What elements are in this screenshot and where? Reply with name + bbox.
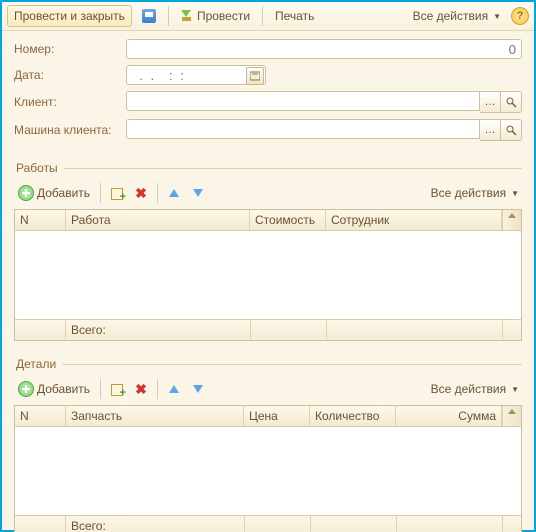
help-icon: ? [517, 10, 524, 22]
print-label: Печать [275, 9, 314, 23]
works-col-employee[interactable]: Сотрудник [326, 210, 502, 230]
client-select-button[interactable]: … [480, 91, 501, 113]
scrollbar[interactable] [502, 210, 521, 230]
works-fieldset: Работы Добавить ✖ Все действия ▼ N Работ… [14, 161, 522, 351]
works-move-up-button[interactable] [164, 183, 184, 203]
works-add-label: Добавить [37, 186, 90, 200]
main-toolbar: Провести и закрыть Провести Печать Все д… [2, 2, 534, 31]
parts-body[interactable] [15, 427, 521, 515]
works-grid[interactable]: N Работа Стоимость Сотрудник Всего: [14, 209, 522, 341]
works-header: N Работа Стоимость Сотрудник [15, 210, 521, 231]
save-icon [142, 9, 156, 23]
separator [157, 183, 158, 203]
clone-icon [110, 186, 124, 200]
parts-all-actions-label: Все действия [431, 382, 506, 396]
parts-move-down-button[interactable] [188, 379, 208, 399]
car-label: Машина клиента: [14, 123, 126, 137]
car-search-button[interactable] [501, 119, 522, 141]
date-label: Дата: [14, 68, 126, 82]
works-title: Работы [14, 161, 64, 175]
calendar-icon[interactable] [246, 67, 264, 85]
post-and-close-button[interactable]: Провести и закрыть [7, 5, 132, 27]
separator [168, 6, 169, 26]
separator [100, 379, 101, 399]
parts-col-n[interactable]: N [15, 406, 66, 426]
parts-all-actions-button[interactable]: Все действия ▼ [428, 381, 522, 397]
works-move-down-button[interactable] [188, 183, 208, 203]
post-icon [181, 10, 194, 23]
parts-total-label: Всего: [66, 516, 245, 532]
parts-col-price[interactable]: Цена [244, 406, 310, 426]
parts-title: Детали [14, 357, 62, 371]
client-search-button[interactable] [501, 91, 522, 113]
works-col-work[interactable]: Работа [66, 210, 250, 230]
all-actions-label: Все действия [413, 9, 488, 23]
delete-icon: ✖ [135, 381, 147, 398]
works-all-actions-button[interactable]: Все действия ▼ [428, 185, 522, 201]
arrow-down-icon [193, 189, 203, 197]
separator [157, 379, 158, 399]
parts-fieldset: Детали Добавить ✖ Все действия ▼ N Запча… [14, 357, 522, 532]
works-add-button[interactable]: Добавить [14, 183, 94, 203]
parts-delete-button[interactable]: ✖ [131, 379, 151, 399]
scrollbar[interactable] [502, 406, 521, 426]
parts-clone-button[interactable] [107, 379, 127, 399]
chevron-down-icon: ▼ [511, 385, 519, 394]
post-and-close-label: Провести и закрыть [14, 9, 125, 23]
works-footer: Всего: [15, 319, 521, 340]
delete-icon: ✖ [135, 185, 147, 202]
works-total-label: Всего: [66, 320, 251, 340]
chevron-down-icon: ▼ [493, 12, 501, 21]
works-delete-button[interactable]: ✖ [131, 183, 151, 203]
post-button[interactable]: Провести [174, 5, 257, 27]
save-button[interactable] [135, 5, 163, 27]
print-button[interactable]: Печать [268, 5, 321, 27]
arrow-down-icon [193, 385, 203, 393]
client-label: Клиент: [14, 95, 126, 109]
clone-icon [110, 382, 124, 396]
help-button[interactable]: ? [511, 7, 529, 25]
client-field[interactable] [126, 91, 480, 111]
all-actions-button[interactable]: Все действия ▼ [406, 5, 508, 27]
date-field[interactable] [126, 65, 266, 85]
parts-col-part[interactable]: Запчасть [66, 406, 244, 426]
parts-footer: Всего: [15, 515, 521, 532]
number-label: Номер: [14, 42, 126, 56]
separator [100, 183, 101, 203]
post-label: Провести [197, 9, 250, 23]
parts-grid[interactable]: N Запчасть Цена Количество Сумма Всего: [14, 405, 522, 532]
works-col-cost[interactable]: Стоимость [250, 210, 326, 230]
car-field[interactable] [126, 119, 480, 139]
arrow-up-icon [169, 189, 179, 197]
works-col-n[interactable]: N [15, 210, 66, 230]
works-body[interactable] [15, 231, 521, 319]
chevron-down-icon: ▼ [511, 189, 519, 198]
plus-icon [18, 185, 34, 201]
works-all-actions-label: Все действия [431, 186, 506, 200]
parts-header: N Запчасть Цена Количество Сумма [15, 406, 521, 427]
separator [262, 6, 263, 26]
arrow-up-icon [169, 385, 179, 393]
parts-move-up-button[interactable] [164, 379, 184, 399]
works-clone-button[interactable] [107, 183, 127, 203]
parts-add-button[interactable]: Добавить [14, 379, 94, 399]
number-field[interactable] [126, 39, 522, 59]
plus-icon [18, 381, 34, 397]
parts-col-sum[interactable]: Сумма [396, 406, 502, 426]
parts-add-label: Добавить [37, 382, 90, 396]
car-select-button[interactable]: … [480, 119, 501, 141]
parts-col-qty[interactable]: Количество [310, 406, 396, 426]
form-area: Номер: Дата: Клиент: … Машина клиента: … [2, 31, 534, 155]
